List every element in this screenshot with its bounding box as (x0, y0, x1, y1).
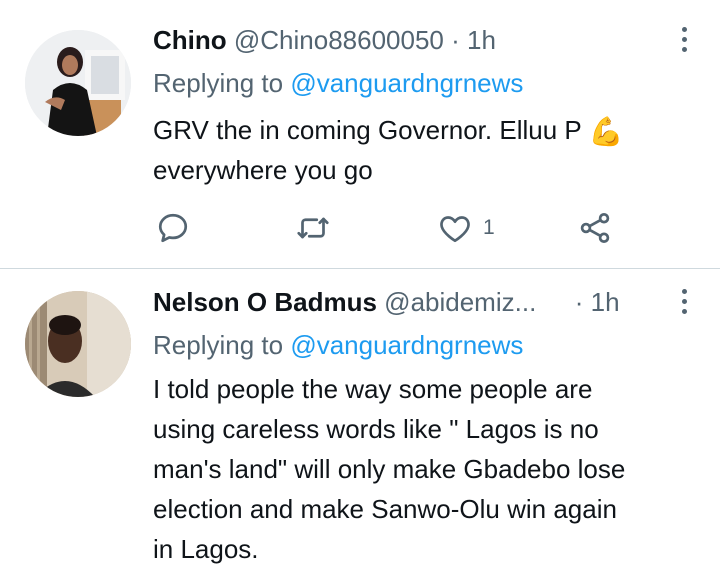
tweet-text-line: I told people the way some people are (153, 374, 593, 404)
separator-dot: · (574, 287, 584, 317)
retweet-icon (297, 217, 329, 239)
timestamp[interactable]: 1h (467, 25, 496, 55)
share-icon (580, 213, 610, 243)
like-count: 1 (483, 216, 495, 239)
tweet-header: Chino @Chino88600050 · 1h (153, 24, 496, 56)
replying-to: Replying to @vanguardngrnews (153, 67, 523, 99)
replying-label: Replying to (153, 68, 284, 98)
heart-icon (440, 216, 470, 243)
tweet-text-line: GRV the in coming Governor. Elluu P (153, 115, 582, 145)
tweet-text: I told people the way some people are us… (153, 369, 698, 569)
separator-dot: · (451, 25, 460, 55)
avatar[interactable] (25, 30, 131, 136)
tweet-text-line: everywhere you go (153, 155, 373, 185)
display-name[interactable]: Chino (153, 25, 227, 55)
retweet-button[interactable] (295, 208, 331, 248)
avatar-image (25, 291, 131, 397)
timestamp[interactable]: 1h (591, 287, 620, 317)
avatar-image (25, 30, 131, 136)
tweet-text: GRV the in coming Governor. Elluu P 💪 ev… (153, 110, 713, 190)
more-options-icon[interactable] (682, 27, 688, 57)
tweet-text-line: election and make Sanwo-Olu win again (153, 494, 617, 524)
mention-link[interactable]: @vanguardngrnews (290, 330, 523, 360)
tweet-text-line: man's land" will only make Gbadebo lose (153, 454, 626, 484)
display-name[interactable]: Nelson O Badmus (153, 287, 377, 317)
tweet-text-line: in Lagos. (153, 534, 259, 564)
user-handle[interactable]: @Chino88600050 (234, 25, 444, 55)
reply-icon (158, 213, 188, 243)
flexed-biceps-emoji: 💪 (588, 116, 624, 147)
user-handle[interactable]: @abidemiz... (384, 287, 536, 317)
tweet-header: Nelson O Badmus @abidemiz... · 1h (153, 286, 620, 318)
tweet-text-line: using careless words like " Lagos is no (153, 414, 599, 444)
mention-link[interactable]: @vanguardngrnews (290, 68, 523, 98)
replying-label: Replying to (153, 330, 284, 360)
tweet-actions: 1 (155, 208, 625, 248)
reply-button[interactable] (155, 208, 191, 248)
tweet-nelson[interactable]: Nelson O Badmus @abidemiz... · 1h Replyi… (0, 269, 720, 582)
share-button[interactable] (577, 208, 613, 248)
more-options-icon[interactable] (682, 289, 688, 319)
replying-to: Replying to @vanguardngrnews (153, 329, 523, 361)
like-button[interactable]: 1 (437, 208, 495, 248)
tweet-chino[interactable]: Chino @Chino88600050 · 1h Replying to @v… (0, 0, 720, 268)
avatar[interactable] (25, 291, 131, 397)
